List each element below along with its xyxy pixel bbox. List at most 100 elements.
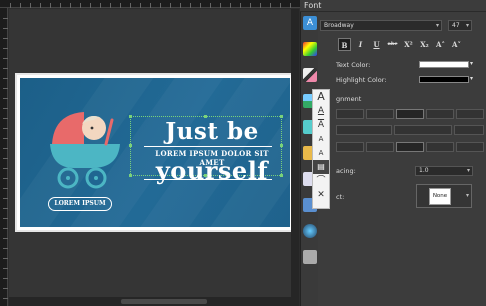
ruler-tick [3,138,8,139]
ruler-tick [120,3,121,8]
bold-button[interactable]: B [338,38,351,51]
resize-handle[interactable] [129,144,132,147]
underline-button[interactable]: U [370,38,383,51]
line-spacing-select[interactable]: 1.0 ▾ [415,166,473,176]
position-3-button[interactable] [396,142,424,152]
vertical-scrollbar[interactable] [291,9,299,297]
text-frame-icon[interactable]: ▤ [313,160,329,174]
pen-icon[interactable] [303,68,317,82]
align-full-button[interactable] [456,109,484,119]
vertical-align-row [336,125,486,135]
divider-line [144,179,272,180]
ruler-tick [3,18,8,19]
text-tool-icon[interactable]: A [303,16,317,30]
ruler-tick [220,3,221,8]
ruler-tick [110,3,111,8]
ruler-tick [170,3,171,8]
ruler-tick [70,3,71,8]
link-icon[interactable] [303,250,317,264]
chevron-down-icon: ▾ [466,167,470,174]
ruler-tick [3,28,8,29]
workspace: Just be LOREM IPSUM DOLOR SIT AMET yours… [0,0,300,306]
ruler-tick [3,48,8,49]
ruler-tick [240,3,241,8]
size-up-icon[interactable]: A [313,132,329,146]
ruler-tick [3,228,8,229]
ruler-tick [100,3,101,8]
scrollbar-thumb[interactable] [121,299,207,304]
size-down-icon[interactable]: A [313,146,329,160]
strikethrough-button[interactable]: abc [386,38,399,51]
highlight-color-swatch[interactable] [419,76,469,83]
horizontal-scrollbar[interactable] [9,297,299,306]
ruler-tick [3,218,8,219]
highlight-color-label: Highlight Color: [336,76,387,84]
ruler-tick [10,3,11,8]
ruler-tick [190,3,191,8]
ruler-tick [40,3,41,8]
baby-stroller-illustration[interactable] [48,106,128,196]
ruler-tick [270,3,271,8]
spacing-label: acing: [336,167,356,175]
chevron-down-icon[interactable]: ▾ [470,60,473,67]
resize-handle[interactable] [129,115,132,118]
ruler-tick [3,248,8,249]
position-2-button[interactable] [366,142,394,152]
decrease-size-button[interactable]: A˅ [450,38,463,51]
ruler-tick [3,168,8,169]
position-5-button[interactable] [456,142,484,152]
font-family-select[interactable]: Broadway ▾ [320,20,442,31]
ruler-tick [3,58,8,59]
effect-select[interactable]: None ▾ [416,184,472,208]
panel-title: Font [300,0,486,12]
underline-tool-icon[interactable]: A [313,104,329,118]
effect-value: None [429,188,451,205]
ruler-tick [3,128,8,129]
valign-bottom-button[interactable] [454,125,484,135]
app-window: Just be LOREM IPSUM DOLOR SIT AMET yours… [0,0,486,306]
ruler-tick [280,3,281,8]
resize-handle[interactable] [129,174,132,177]
position-4-button[interactable] [426,142,454,152]
ruler-tick [130,3,131,8]
position-1-button[interactable] [336,142,364,152]
overline-tool-icon[interactable]: A [313,118,329,132]
ruler-tick [3,78,8,79]
align-left-button[interactable] [336,109,364,119]
ruler-tick [3,158,8,159]
text-color-swatch[interactable] [419,61,469,68]
chevron-down-icon: ▾ [435,22,439,29]
superscript-button[interactable]: X² [402,38,415,51]
pill-label[interactable]: LOREM IPSUM [48,197,112,211]
ruler-tick [90,3,91,8]
headline-line-1[interactable]: Just be [142,118,282,145]
divider-line [144,146,272,147]
headline-line-2[interactable]: yourself [142,156,282,185]
align-justify-button[interactable] [426,109,454,119]
align-center-button[interactable] [366,109,394,119]
ruler-tick [3,208,8,209]
ruler-tick [150,3,151,8]
ruler-tick [3,98,8,99]
valign-top-button[interactable] [336,125,392,135]
font-size-select[interactable]: 47 ▾ [448,20,472,31]
ruler-tick [160,3,161,8]
italic-button[interactable]: I [354,38,367,51]
increase-size-button[interactable]: A˄ [434,38,447,51]
design-card[interactable]: Just be LOREM IPSUM DOLOR SIT AMET yours… [20,78,290,227]
close-icon[interactable]: ✕ [313,188,329,202]
chevron-down-icon: ▾ [465,22,469,29]
globe-icon[interactable] [303,224,317,238]
ruler-tick [3,148,8,149]
curve-text-icon[interactable]: ⌒ [313,174,329,188]
align-right-button[interactable] [396,109,424,119]
text-color-label: Text Color: [336,61,371,69]
ruler-tick [3,68,8,69]
valign-middle-button[interactable] [394,125,452,135]
subscript-button[interactable]: X₂ [418,38,431,51]
chevron-down-icon[interactable]: ▾ [470,75,473,82]
shapes-icon[interactable] [303,42,317,56]
font-tool-icon[interactable]: A [313,90,329,104]
ruler-tick [3,188,8,189]
ruler-tick [260,3,261,8]
